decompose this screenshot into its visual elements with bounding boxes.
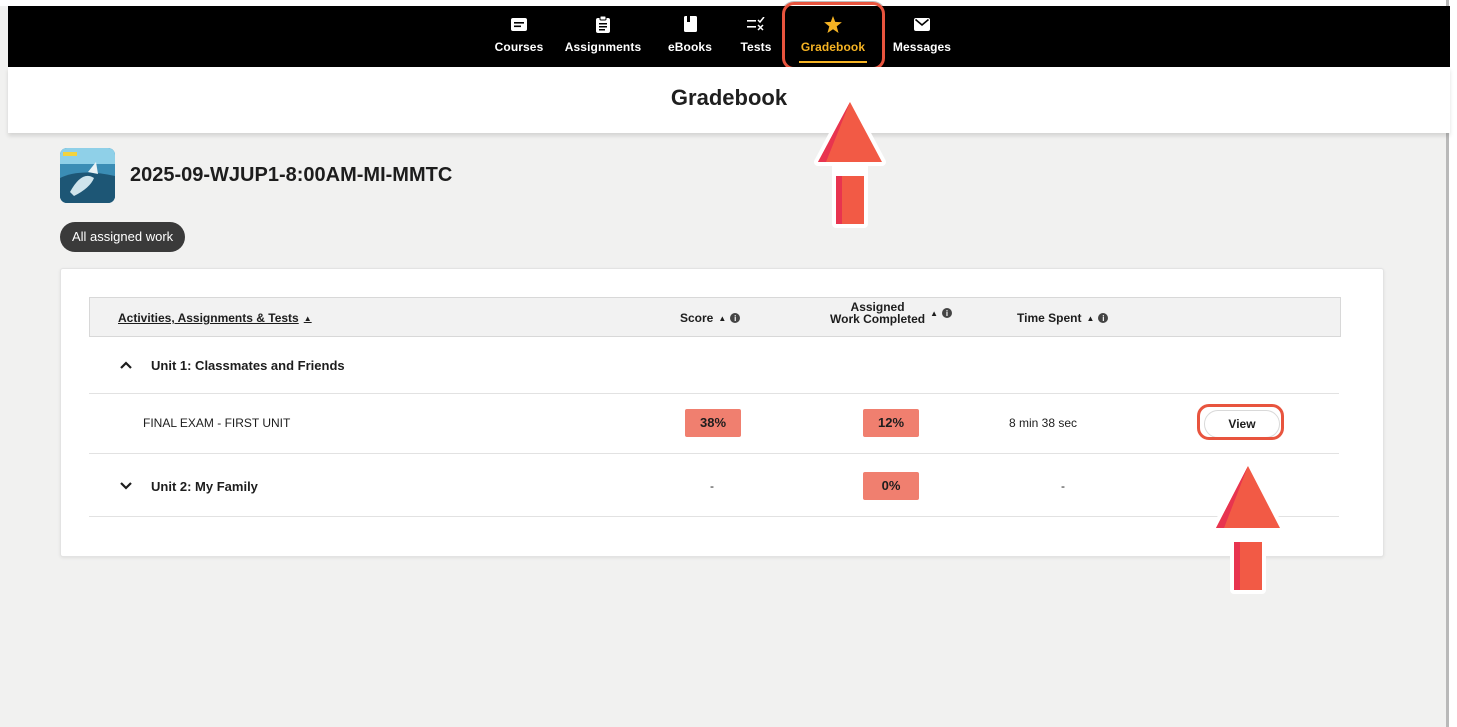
info-icon[interactable]: i [1098,313,1109,323]
nav-courses-label: Courses [494,40,544,54]
exam-completed-badge: 12% [863,409,919,437]
nav-ebooks-label: eBooks [668,40,712,54]
page-title: Gradebook [670,85,788,110]
top-navigation-bar: Courses Assignments eBooks Tests Gradebo… [8,6,1450,67]
up-arrow-annotation-view [1212,462,1284,594]
header-assigned-line2: Work Completed [830,312,926,326]
page-frame-right [1449,0,1457,727]
header-assigned-work-completed[interactable]: Assigned Work Completed ▲ i [830,301,953,325]
nav-messages-label: Messages [892,40,952,54]
up-arrow-annotation-gradebook [814,98,886,228]
header-time-spent[interactable]: Time Spent ▲ i [1017,311,1109,325]
gradebook-card: Activities, Assignments & Tests ▲ Score … [60,268,1384,557]
chevron-up-icon[interactable] [119,358,133,372]
view-button[interactable]: View [1204,410,1280,438]
nav-assignments-label: Assignments [564,40,642,54]
nav-assignments[interactable]: Assignments [562,6,644,67]
folder-icon [509,15,529,33]
all-assigned-work-filter[interactable]: All assigned work [60,222,186,252]
header-activities[interactable]: Activities, Assignments & Tests ▲ [118,311,312,325]
header-score-label: Score [680,311,714,325]
gradebook-highlight-box [782,2,885,70]
checklist-icon [746,15,766,33]
nav-courses[interactable]: Courses [488,6,550,67]
unit-2-label: Unit 2: My Family [151,479,258,494]
sort-up-icon: ▲ [718,313,727,323]
sort-up-icon: ▲ [303,313,312,323]
header-activities-label: Activities, Assignments & Tests [118,311,299,325]
row-divider [89,453,1339,454]
header-score[interactable]: Score ▲ i [680,311,741,325]
page-header: Gradebook [8,67,1450,133]
unit-1-label: Unit 1: Classmates and Friends [151,358,345,373]
course-title: 2025-09-WJUP1-8:00AM-MI-MMTC [130,164,453,186]
row-divider [89,516,1339,517]
exam-time-spent: 8 min 38 sec [1009,416,1078,430]
sort-up-icon: ▲ [1086,313,1095,323]
unit-2-score: - [710,479,714,493]
exam-name: FINAL EXAM - FIRST UNIT [143,416,291,430]
info-icon[interactable]: i [942,308,953,318]
chevron-down-icon[interactable] [119,479,133,493]
course-thumbnail [60,148,115,203]
clipboard-icon [593,15,613,33]
book-icon [680,15,700,33]
table-header: Activities, Assignments & Tests ▲ Score … [89,297,1341,337]
nav-messages[interactable]: Messages [891,6,953,67]
nav-ebooks[interactable]: eBooks [664,6,716,67]
exam-score-badge: 38% [685,409,741,437]
nav-tests-label: Tests [740,40,772,54]
unit-2-time-spent: - [1061,479,1065,493]
envelope-icon [912,15,932,33]
nav-tests[interactable]: Tests [736,6,776,67]
sort-up-icon: ▲ [930,308,939,318]
header-time-label: Time Spent [1017,311,1082,325]
unit-2-completed-badge: 0% [863,472,919,500]
header-assigned-stack: Assigned Work Completed [830,301,925,325]
row-divider [89,393,1339,394]
info-icon[interactable]: i [730,313,741,323]
